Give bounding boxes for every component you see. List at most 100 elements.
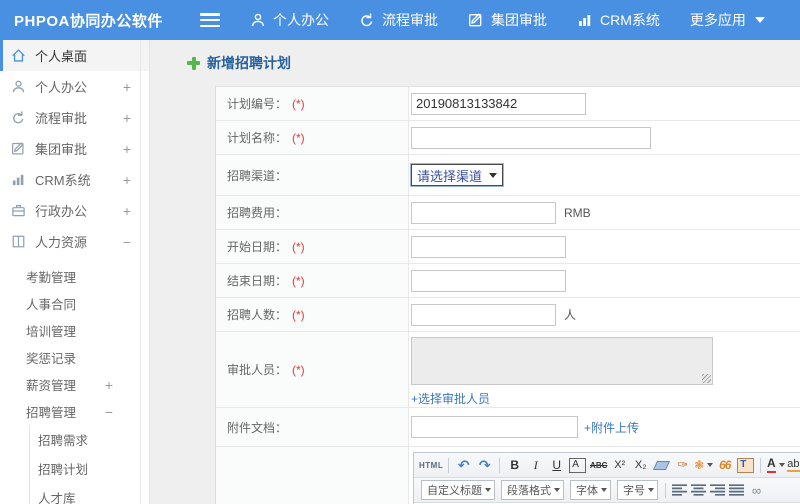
end-date-input[interactable] [411,269,566,292]
chevron-down-icon [601,488,607,492]
field-label-empty [216,447,409,504]
sidebar-scrollbar[interactable] [140,40,141,504]
expand-icon[interactable]: + [123,173,131,187]
start-date-input[interactable] [411,235,566,258]
attachment-upload-link[interactable]: +附件上传 [584,419,639,436]
custom-title-select[interactable]: 自定义标题 [421,480,495,500]
sidebar-item-label: 行政办公 [35,204,88,219]
expand-icon[interactable]: + [123,111,131,125]
sidebar-item-label: CRM系统 [35,173,91,188]
topnav-label: 个人办公 [273,12,329,28]
sidebar-item-attendance-mgmt[interactable]: 考勤管理 [0,263,149,290]
page-header: 新增招聘计划 [187,53,291,73]
toolbar-separator [448,457,450,473]
sidebar-item-reward-punishment[interactable]: 奖惩记录 [0,344,149,371]
plan-number-input[interactable] [411,92,586,115]
topnav-label: 流程审批 [382,12,438,28]
bold-button[interactable]: B [505,456,524,474]
hr-submenu: 考勤管理 人事合同 培训管理 奖惩记录 薪资管理 + 招聘管理 − 招聘需求 招… [0,257,149,504]
insert-link-icon[interactable]: ∞ [747,481,766,499]
bar-chart-icon [577,12,593,28]
sidebar-item-label: 招聘计划 [38,463,89,477]
align-justify-icon[interactable] [728,484,745,497]
sidebar-item-crm-system[interactable]: CRM系统 + [0,164,149,195]
required-marker: (*) [292,362,305,377]
sidebar-item-recruitment-demand[interactable]: 招聘需求 [30,425,149,454]
editor-toolbar-row-1: HTML ↶ ↷ B I U A ABC X² X₂ ✑ ❃ 66 T A ab [414,453,800,478]
approvers-textarea[interactable] [411,336,713,385]
sidebar-item-personnel-contract[interactable]: 人事合同 [0,290,149,317]
char-border-button[interactable]: A [569,457,587,473]
sidebar-item-workflow-approval[interactable]: 流程审批 + [0,102,149,133]
required-marker: (*) [292,273,305,288]
expand-icon[interactable]: + [123,142,131,156]
sidebar-item-personal-office[interactable]: 个人办公 + [0,71,149,102]
undo-icon[interactable]: ↶ [454,456,473,474]
channel-select-value: 请选择渠道 [417,168,483,184]
label-text: 计划编号： [227,97,288,111]
html-source-button[interactable]: HTML [419,456,443,474]
sidebar-item-recruitment-mgmt[interactable]: 招聘管理 − [0,398,149,425]
expand-icon[interactable]: + [123,80,131,94]
topnav-group-approval[interactable]: 集团审批 [468,10,547,30]
form-row-fee: 招聘费用： RMB [216,196,800,230]
superscript-button[interactable]: X² [610,456,629,474]
expand-icon[interactable]: + [123,204,131,218]
sidebar-item-personal-desktop[interactable]: 个人桌面 [0,40,149,71]
topnav-workflow-approval[interactable]: 流程审批 [359,10,438,30]
align-center-icon[interactable] [690,484,707,497]
sidebar-item-training-mgmt[interactable]: 培训管理 [0,317,149,344]
recruitment-submenu: 招聘需求 招聘计划 人才库 [29,425,149,504]
label-text: 招聘费用： [227,206,288,220]
topnav-crm-system[interactable]: CRM系统 [577,10,660,30]
sidebar-item-human-resources[interactable]: 人力资源 − [0,226,149,257]
attachment-input[interactable] [411,416,578,438]
topnav-personal-office[interactable]: 个人办公 [250,10,329,30]
collapse-icon[interactable]: − [105,405,113,419]
sidebar-item-salary-mgmt[interactable]: 薪资管理 + [0,371,149,398]
align-left-icon[interactable] [671,484,688,497]
topnav-more-apps[interactable]: 更多应用 [690,10,765,30]
app-logo[interactable]: PHPOA协同办公软件 [14,10,190,31]
headcount-input[interactable] [411,303,556,326]
underline-button[interactable]: U [547,456,566,474]
align-right-icon[interactable] [709,484,726,497]
select-value: 字号 [623,485,645,497]
font-family-select[interactable]: 字体 [570,480,611,500]
sidebar-item-recruitment-plan[interactable]: 招聘计划 [30,454,149,483]
fee-input[interactable] [411,201,556,224]
paste-plain-text-button[interactable]: T [737,457,755,473]
highlight-color-button[interactable]: ab [787,456,800,474]
redo-icon[interactable]: ↷ [475,456,494,474]
paragraph-format-select[interactable]: 段落格式 [501,480,564,500]
topnav-label: CRM系统 [600,12,660,28]
menu-toggle-icon[interactable] [200,13,220,27]
sidebar-item-admin-office[interactable]: 行政办公 + [0,195,149,226]
required-marker: (*) [292,239,305,254]
font-color-button[interactable]: A [766,456,785,474]
strikethrough-button[interactable]: ABC [589,456,608,474]
select-value: 自定义标题 [427,485,482,497]
plan-name-input[interactable] [411,126,651,149]
resize-grip[interactable] [702,373,711,383]
font-size-select[interactable]: 字号 [617,480,658,500]
collapse-icon[interactable]: − [123,235,131,249]
sidebar-item-label: 考勤管理 [26,271,77,285]
chevron-down-icon [707,463,714,467]
expand-icon[interactable]: + [105,378,113,392]
sidebar-item-label: 招聘管理 [26,406,77,420]
subscript-button[interactable]: X₂ [631,456,650,474]
blockquote-button[interactable]: 66 [715,456,734,474]
sidebar-item-label: 薪资管理 [26,379,77,393]
channel-select[interactable]: 请选择渠道 [409,163,505,187]
sidebar-item-talent-pool[interactable]: 人才库 [30,483,149,504]
sidebar-item-group-approval[interactable]: 集团审批 + [0,133,149,164]
field-label: 招聘费用： [216,196,409,229]
eraser-icon[interactable] [652,456,671,474]
choose-approver-link[interactable]: +选择审批人员 [411,390,490,407]
top-bar: PHPOA协同办公软件 个人办公 流程审批 集团审批 CRM系统 更多应用 [0,0,800,40]
italic-button[interactable]: I [526,456,545,474]
auto-typeset-button[interactable]: ❃ [694,456,714,474]
format-brush-icon[interactable]: ✑ [673,456,692,474]
form-row-headcount: 招聘人数： (*) 人 [216,298,800,332]
